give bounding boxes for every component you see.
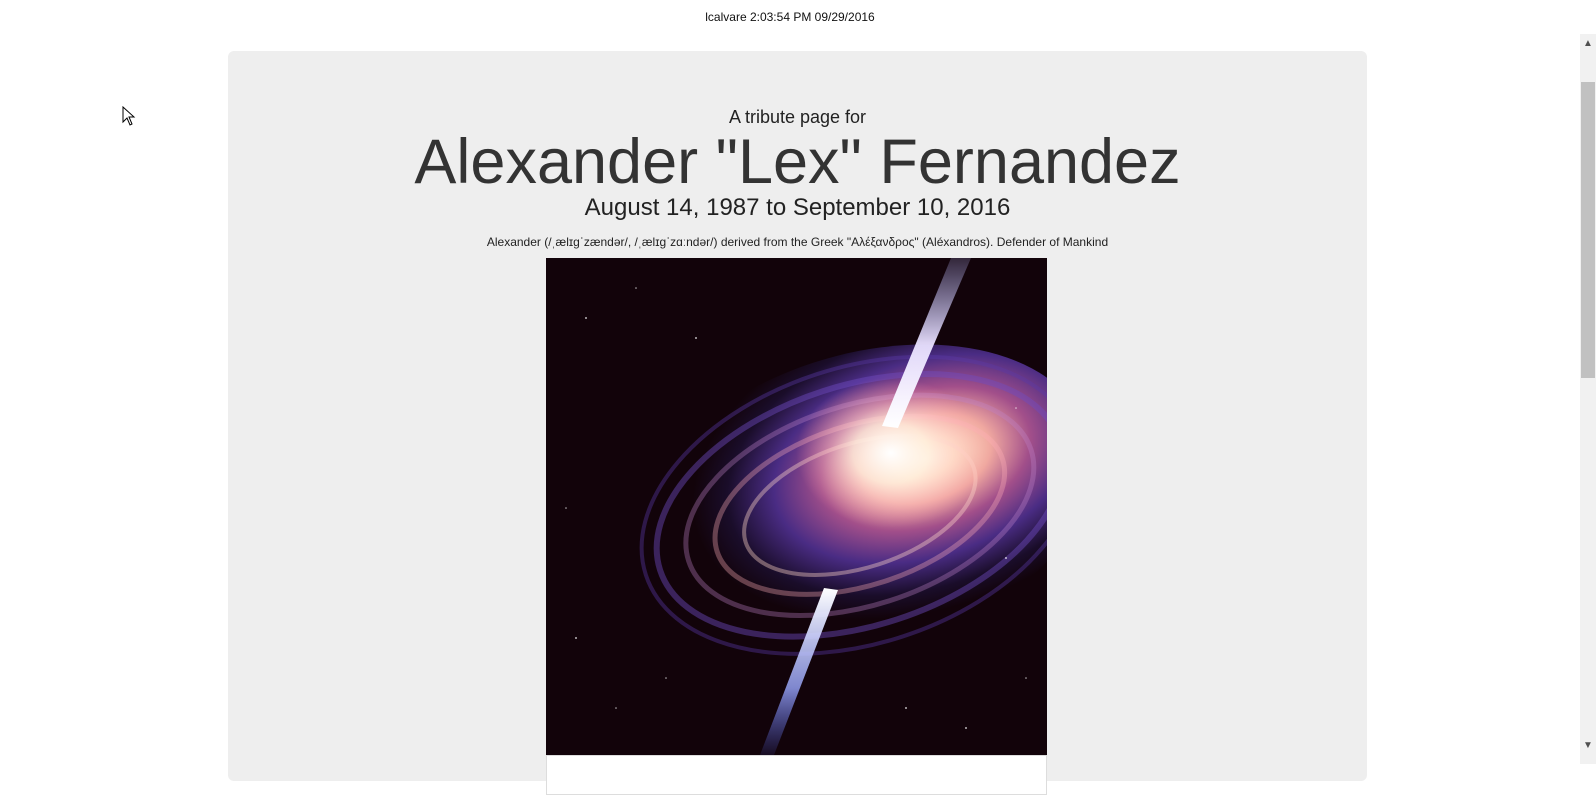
vertical-scrollbar[interactable]: ▲ ▼	[1580, 34, 1596, 764]
tribute-jumbotron: A tribute page for Alexander "Lex" Ferna…	[228, 51, 1367, 795]
top-byline: lcalvare 2:03:54 PM 09/29/2016	[705, 10, 875, 24]
caption-card	[546, 755, 1047, 795]
chevron-down-icon[interactable]: ▼	[1580, 738, 1596, 754]
scrollbar-thumb[interactable]	[1581, 82, 1595, 378]
mouse-cursor-icon	[122, 106, 136, 126]
chevron-up-icon[interactable]: ▲	[1580, 36, 1596, 52]
life-dates: August 14, 1987 to September 10, 2016	[584, 194, 1011, 221]
name-meaning: Alexander (/ˌælɪɡˈzændər/, /ˌælɪɡˈzɑːndə…	[486, 235, 1109, 249]
page-title: Alexander "Lex" Fernandez	[414, 127, 1181, 197]
galaxy-quasar-image	[546, 258, 1047, 755]
